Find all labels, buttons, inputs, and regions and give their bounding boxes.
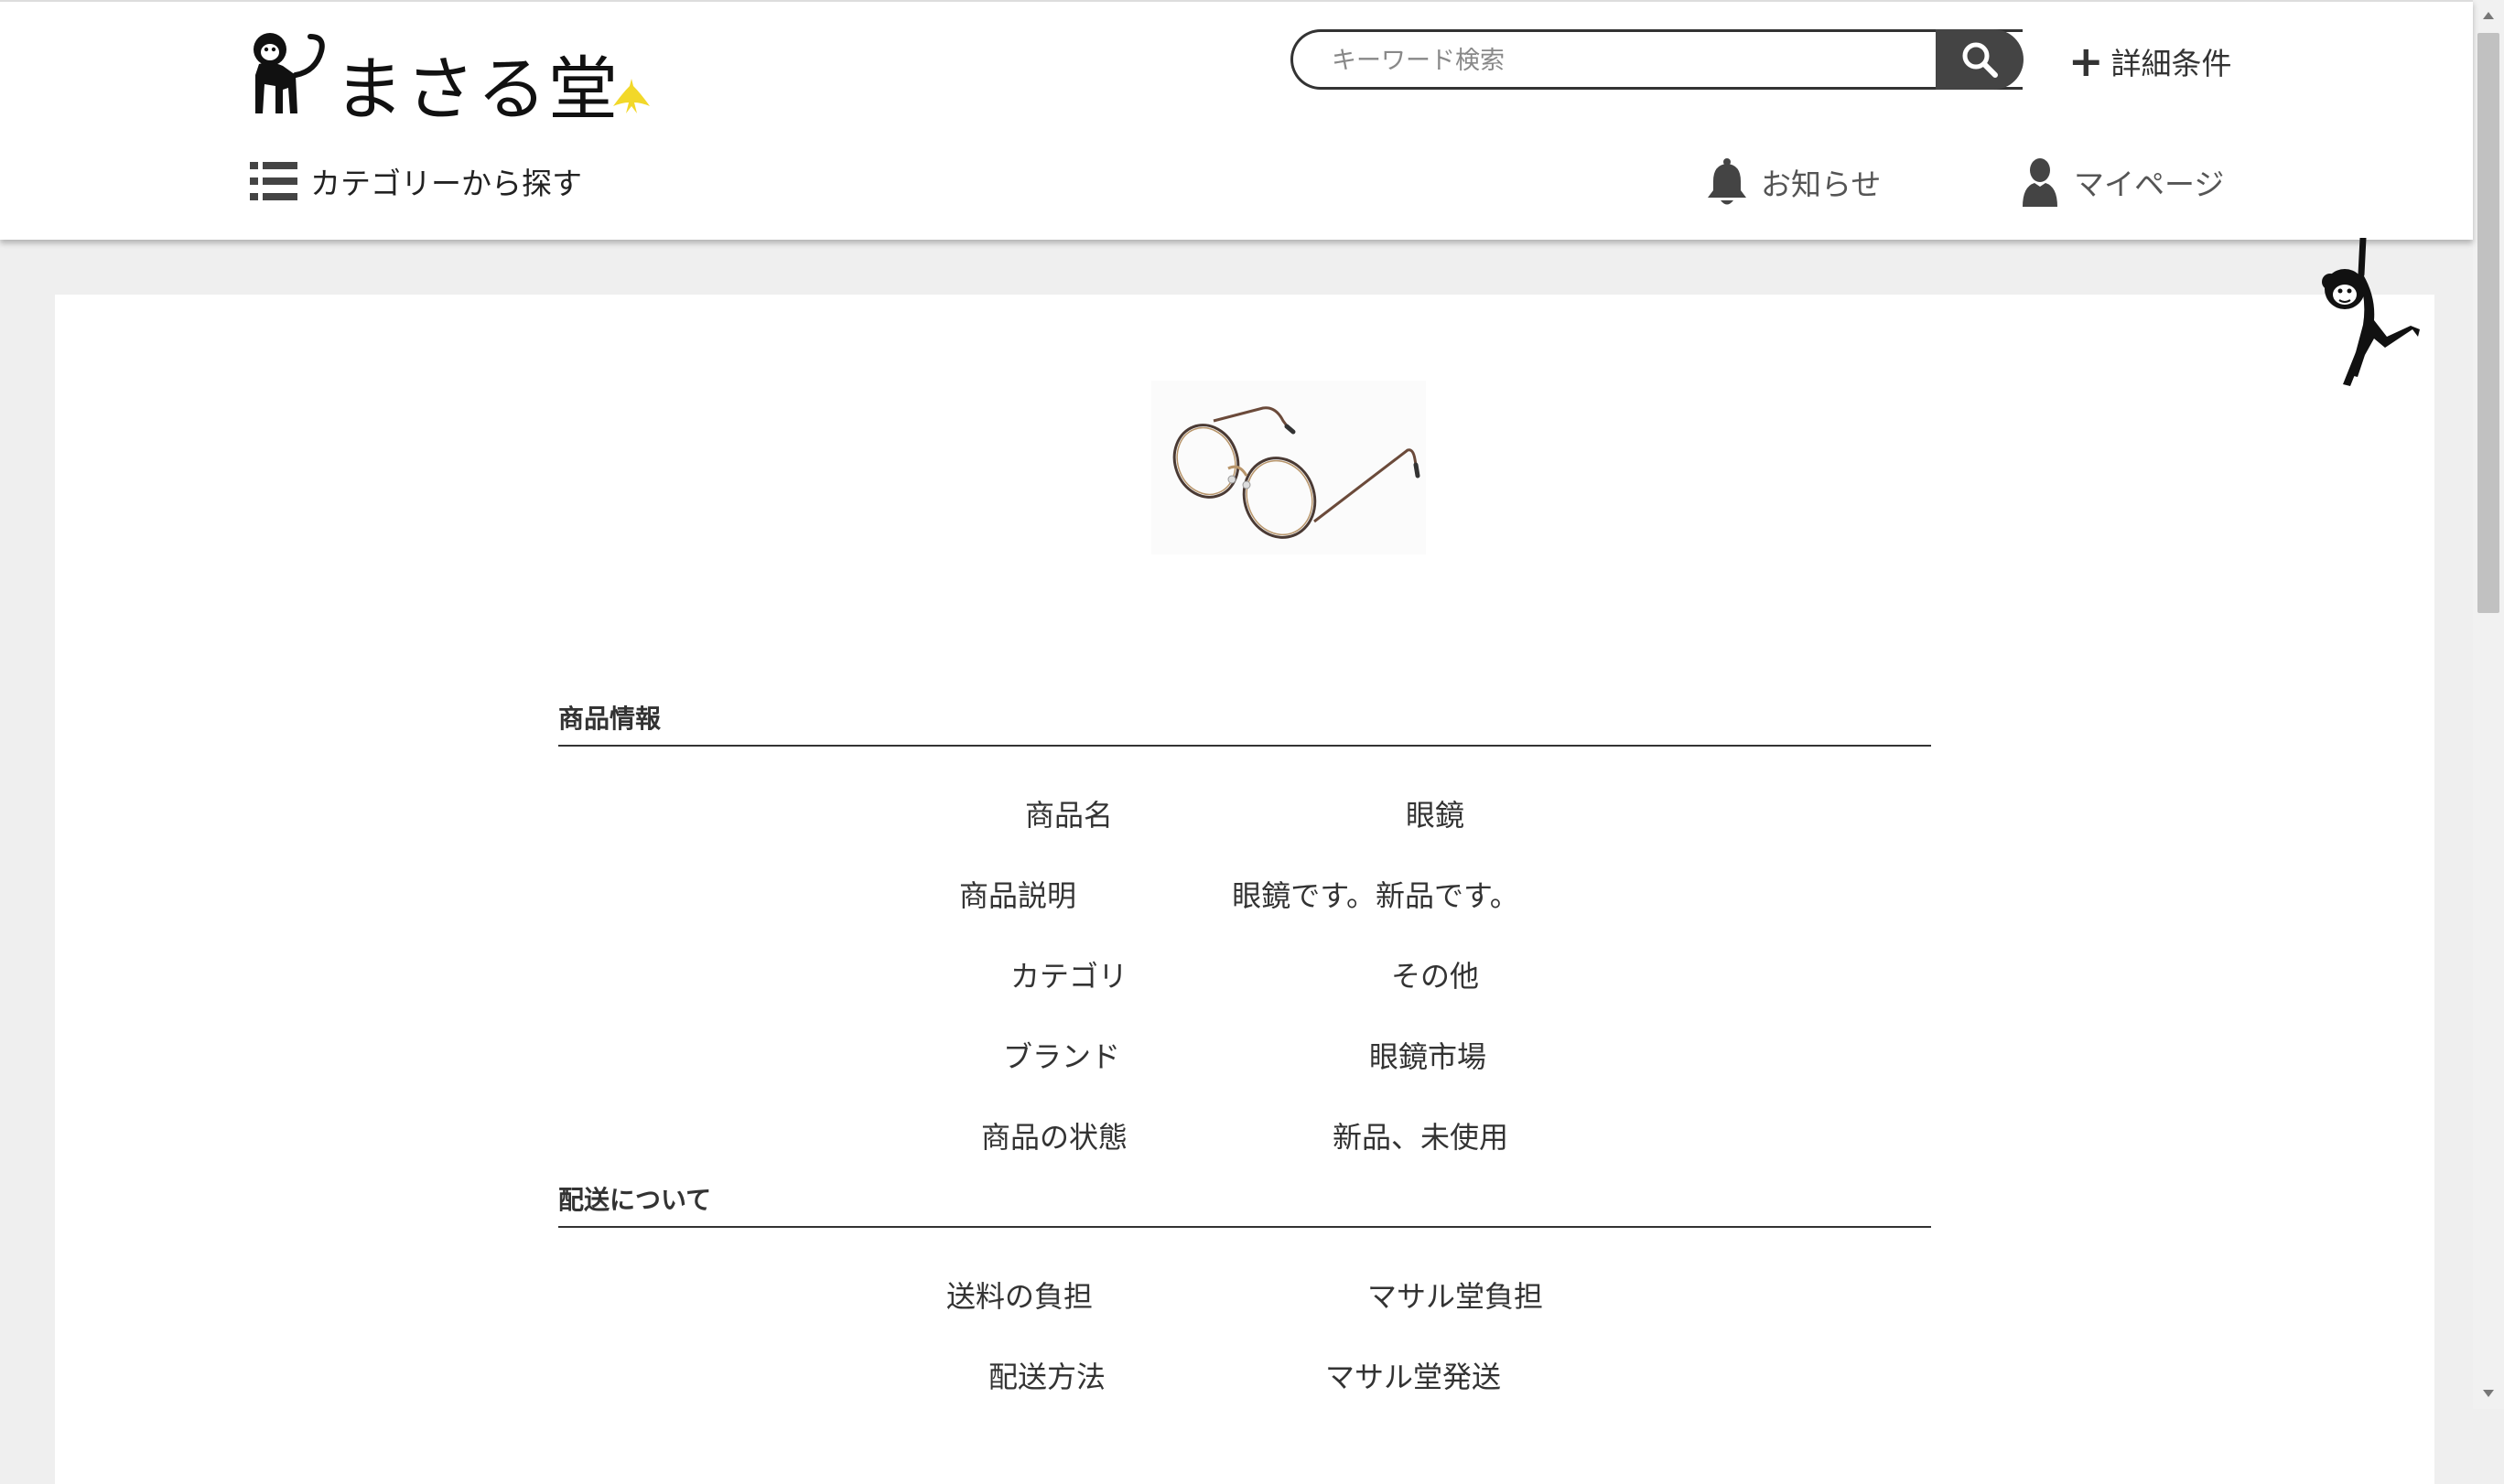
info-row: 商品名 眼鏡	[0, 792, 2504, 838]
section-title-shipping: 配送について	[558, 1180, 1931, 1228]
site-header: まさる堂 + 詳細条件 カテゴリーから探す	[0, 0, 2473, 240]
info-row: カテゴリ その他	[0, 953, 2504, 999]
scrollbar-thumb[interactable]	[2477, 33, 2499, 613]
shipping-row-value: マサル堂発送	[1324, 1360, 1501, 1394]
info-row-value: 眼鏡	[1405, 798, 1464, 833]
shipping-row: 送料の負担 マサル堂負担	[0, 1274, 2504, 1319]
mypage-label: マイページ	[2074, 167, 2225, 202]
banana-icon	[613, 79, 650, 113]
info-row: 商品の状態 新品、未使用	[0, 1114, 2504, 1160]
logo-text[interactable]: まさる堂	[334, 33, 620, 134]
search-box	[1290, 29, 2023, 90]
product-image[interactable]	[1151, 381, 1426, 554]
info-row: ブランド 眼鏡市場	[0, 1034, 2504, 1080]
bell-icon	[1708, 158, 1746, 205]
search-input[interactable]	[1330, 32, 2011, 89]
hanging-monkey-icon	[2322, 238, 2420, 386]
detail-search-link[interactable]: + 詳細条件	[2068, 40, 2232, 82]
info-row-value: 新品、未使用	[1332, 1120, 1508, 1155]
detail-search-label: 詳細条件	[2110, 46, 2232, 81]
category-browse-link[interactable]: カテゴリーから探す	[250, 159, 582, 203]
info-row: 商品説明 眼鏡です。新品です。	[0, 873, 2504, 919]
shipping-row: 配送方法 マサル堂発送	[0, 1354, 2504, 1400]
search-button[interactable]	[1936, 29, 2024, 90]
search-icon	[1962, 42, 1998, 78]
info-row-value: 眼鏡です。新品です。	[1232, 878, 1519, 913]
vertical-scrollbar[interactable]	[2473, 0, 2504, 1409]
info-row-value: その他	[1390, 959, 1479, 994]
section-title-product-info: 商品情報	[558, 699, 1931, 747]
user-icon	[2023, 158, 2057, 207]
monkey-logo-icon	[254, 33, 325, 113]
info-row-value: 眼鏡市場	[1368, 1039, 1486, 1074]
category-browse-label: カテゴリーから探す	[310, 166, 582, 201]
mypage-link[interactable]: マイページ	[2019, 157, 2224, 207]
scroll-up-arrow-icon[interactable]	[2473, 0, 2504, 31]
notifications-link[interactable]: お知らせ	[1706, 157, 1881, 207]
shipping-row-value: マサル堂負担	[1366, 1279, 1543, 1314]
plus-icon: +	[2068, 37, 2104, 86]
list-icon	[250, 162, 297, 200]
notifications-label: お知らせ	[1761, 167, 1882, 202]
